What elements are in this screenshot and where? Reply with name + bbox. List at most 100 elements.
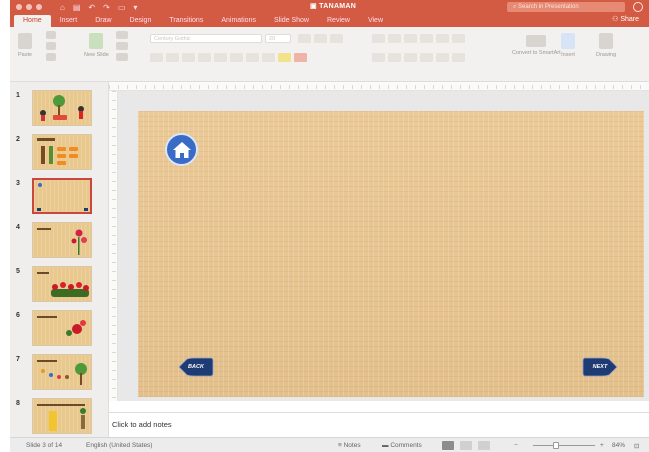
font-color-icon[interactable] [294, 53, 307, 62]
search-input[interactable]: ⌕ Search in Presentation [507, 2, 625, 12]
zoom-slider-handle[interactable] [553, 442, 559, 449]
tab-view[interactable]: View [359, 15, 392, 27]
clear-format-icon[interactable] [330, 34, 343, 43]
line-spacing-icon[interactable] [436, 34, 449, 43]
tab-insert[interactable]: Insert [51, 15, 87, 27]
window-controls[interactable] [16, 4, 42, 10]
slide-sorter-button[interactable] [460, 441, 472, 450]
reading-view-button[interactable] [478, 441, 490, 450]
zoom-level[interactable]: 84% [612, 442, 625, 449]
comments-toggle[interactable]: ▬ Comments [382, 442, 422, 449]
list-buttons[interactable] [372, 34, 465, 43]
align-right-icon[interactable] [404, 53, 417, 62]
zoom-slider[interactable] [533, 445, 595, 446]
font-size-buttons[interactable] [298, 34, 343, 43]
home-quick-icon[interactable]: ⌂ [60, 3, 65, 12]
font-name-select[interactable]: Century Gothic [150, 34, 262, 43]
justify-icon[interactable] [420, 53, 433, 62]
text-direction-icon[interactable] [436, 53, 449, 62]
thumbnail-row[interactable]: 1 [10, 86, 108, 130]
italic-icon[interactable] [166, 53, 179, 62]
slide-thumbnail-current[interactable] [32, 178, 92, 214]
zoom-out-button[interactable]: − [514, 442, 518, 449]
tab-review[interactable]: Review [318, 15, 359, 27]
slide-thumbnail[interactable] [32, 222, 92, 258]
decrease-indent-icon[interactable] [404, 34, 417, 43]
slide-thumbnail[interactable] [32, 398, 92, 434]
minimize-window-button[interactable] [26, 4, 32, 10]
align-center-icon[interactable] [388, 53, 401, 62]
home-button[interactable] [165, 133, 198, 166]
cut-copy-group[interactable] [46, 31, 56, 64]
shrink-font-icon[interactable] [314, 34, 327, 43]
fit-to-window-icon[interactable]: ⊡ [634, 442, 639, 450]
save-icon[interactable]: ▤ [73, 3, 81, 12]
undo-icon[interactable]: ↶ [88, 3, 95, 12]
reset-icon[interactable] [116, 42, 128, 50]
layout-reset-section-group[interactable] [116, 31, 128, 64]
highlight-icon[interactable] [278, 53, 291, 62]
scissors-icon[interactable] [46, 31, 56, 39]
zoom-window-button[interactable] [36, 4, 42, 10]
language-indicator[interactable]: English (United States) [86, 442, 152, 449]
slide-thumbnail[interactable] [32, 266, 92, 302]
thumbnail-row[interactable]: 2 [10, 130, 108, 174]
slide-thumbnail[interactable] [32, 90, 92, 126]
section-icon[interactable] [116, 53, 128, 61]
normal-view-button[interactable] [442, 441, 454, 450]
drawing-button[interactable]: Drawing [596, 33, 616, 58]
tab-animations[interactable]: Animations [212, 15, 265, 27]
copy-icon[interactable] [46, 42, 56, 50]
slide-thumbnail[interactable] [32, 354, 92, 390]
insert-text-button[interactable]: Insert [561, 33, 575, 58]
thumbnail-row[interactable]: 7 [10, 350, 108, 394]
increase-indent-icon[interactable] [420, 34, 433, 43]
next-button[interactable]: NEXT [582, 357, 618, 377]
slide-thumbnail[interactable] [32, 134, 92, 170]
layout-icon[interactable] [116, 31, 128, 39]
back-button[interactable]: BACK [178, 357, 214, 377]
bullets-icon[interactable] [372, 34, 385, 43]
notes-toggle[interactable]: ≡ Notes [338, 442, 361, 449]
thumbnail-row[interactable]: 8 [10, 394, 108, 437]
subscript-icon[interactable] [230, 53, 243, 62]
underline-icon[interactable] [182, 53, 195, 62]
tab-transitions[interactable]: Transitions [160, 15, 212, 27]
redo-icon[interactable]: ↷ [103, 3, 110, 12]
superscript-icon[interactable] [214, 53, 227, 62]
slide-thumbnail[interactable] [32, 310, 92, 346]
font-size-select[interactable]: 20 [265, 34, 291, 43]
thumbnail-row-selected[interactable]: 3 [10, 174, 108, 218]
zoom-in-button[interactable]: + [600, 442, 604, 449]
notes-placeholder: Click to add notes [112, 420, 172, 429]
tab-home[interactable]: Home [14, 15, 51, 27]
thumbnail-row[interactable]: 6 [10, 306, 108, 350]
align-left-icon[interactable] [372, 53, 385, 62]
thumbnail-row[interactable]: 4 [10, 218, 108, 262]
paste-button[interactable]: Paste [18, 33, 32, 58]
tab-design[interactable]: Design [121, 15, 161, 27]
feedback-smiley-icon[interactable] [633, 2, 643, 12]
font-style-buttons[interactable] [150, 53, 307, 62]
more-icon[interactable]: ▾ [133, 3, 137, 12]
thumbnail-row[interactable]: 5 [10, 262, 108, 306]
format-painter-icon[interactable] [46, 53, 56, 61]
paragraph-align-buttons[interactable] [372, 53, 465, 62]
columns-icon[interactable] [452, 34, 465, 43]
convert-smartart-button[interactable]: Convert to SmartArt [512, 35, 561, 56]
notes-pane[interactable]: Click to add notes [109, 412, 649, 437]
present-icon[interactable]: ▭ [118, 3, 126, 12]
bold-icon[interactable] [150, 53, 163, 62]
strikethrough-icon[interactable] [198, 53, 211, 62]
grow-font-icon[interactable] [298, 34, 311, 43]
align-text-icon[interactable] [452, 53, 465, 62]
close-window-button[interactable] [16, 4, 22, 10]
share-button[interactable]: ⚇ Share [612, 15, 639, 23]
char-spacing-icon[interactable] [246, 53, 259, 62]
change-case-icon[interactable] [262, 53, 275, 62]
numbering-icon[interactable] [388, 34, 401, 43]
new-slide-button[interactable]: New Slide [84, 33, 109, 58]
tab-slide-show[interactable]: Slide Show [265, 15, 318, 27]
current-slide[interactable] [138, 111, 644, 397]
tab-draw[interactable]: Draw [86, 15, 120, 27]
